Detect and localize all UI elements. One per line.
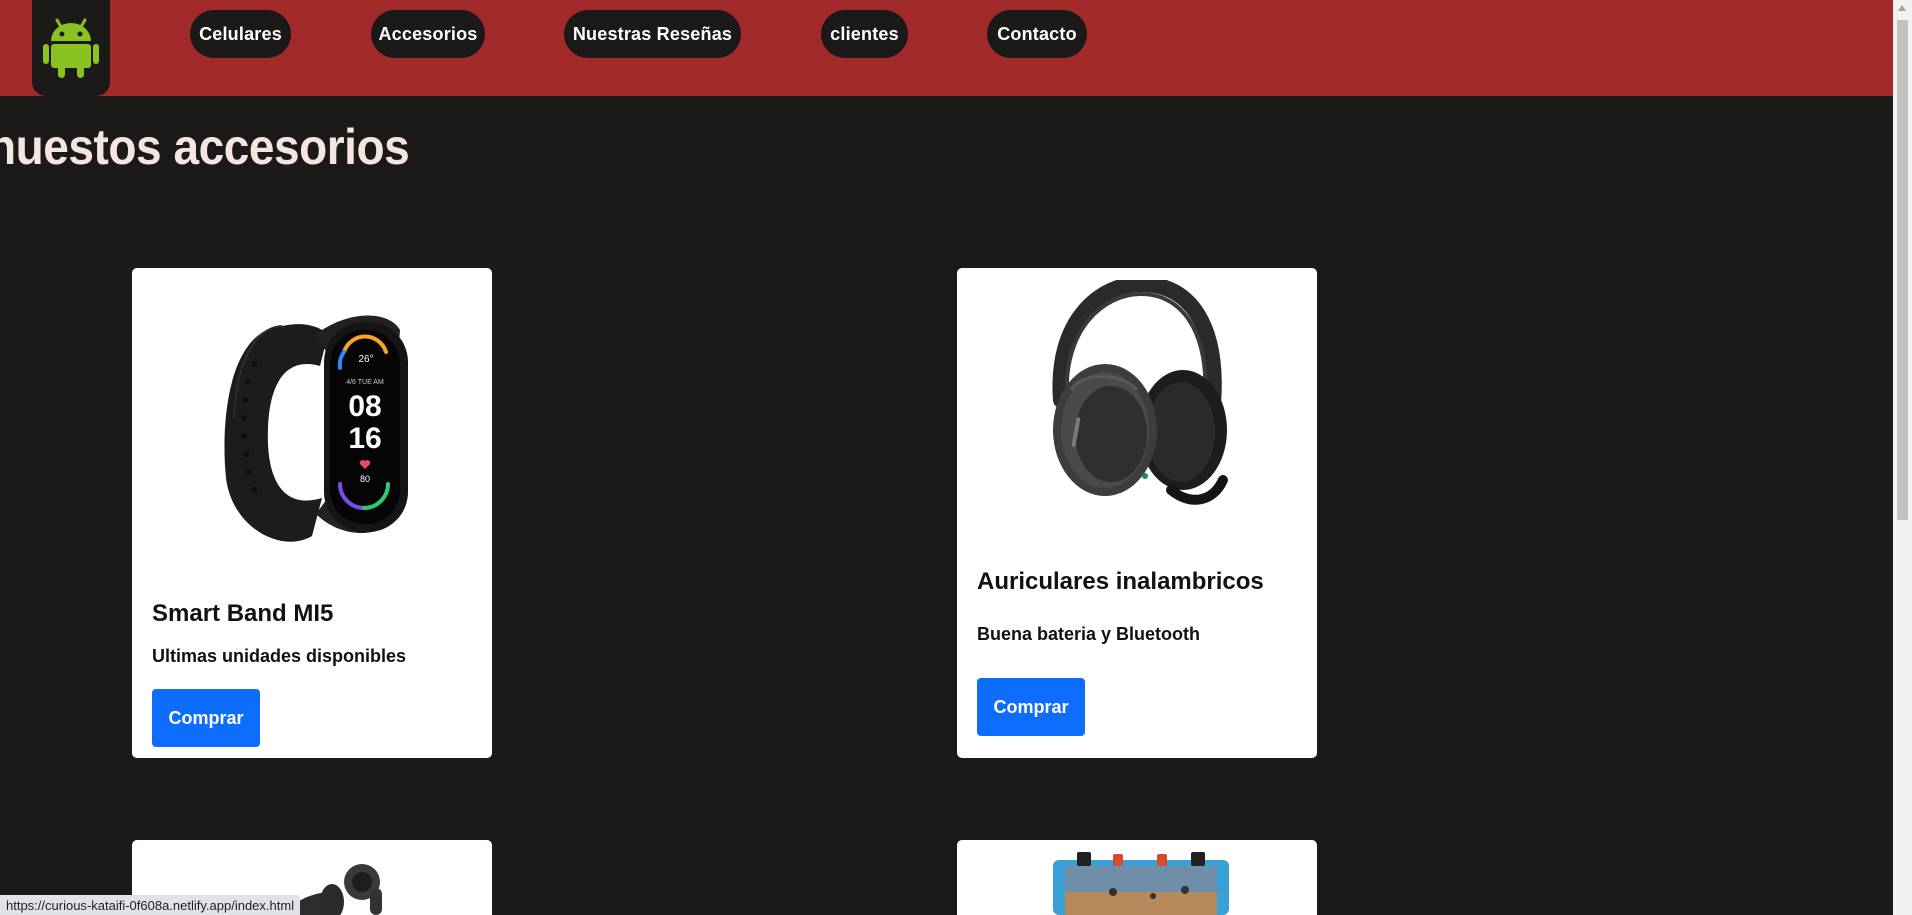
buy-button[interactable]: Comprar [977,678,1085,736]
watch-temp: 26° [358,354,373,365]
status-bar-url: https://curious-kataifi-0f608a.netlify.a… [0,895,301,915]
watch-heart-rate: 80 [360,474,370,484]
page-title: nuestos accesorios [0,119,410,175]
product-card-gamepad [957,840,1317,915]
nav-celulares[interactable]: Celulares [190,10,291,58]
product-card-headphones: Auriculares inalambricos Buena bateria y… [957,268,1317,758]
nav-accesorios[interactable]: Accesorios [371,10,485,58]
headphones-image [1052,280,1228,505]
smart-band-image: 26° 4/6 TUE AM 08 16 80 [224,315,408,542]
watch-hour: 08 [348,390,381,423]
nav-contacto[interactable]: Contacto [987,10,1087,58]
android-icon [43,18,99,78]
product-title: Auriculares inalambricos [977,568,1264,595]
logo[interactable] [32,0,110,96]
scrollbar[interactable] [1893,0,1912,915]
nav-resenas[interactable]: Nuestras Reseñas [564,10,741,58]
scroll-thumb[interactable] [1897,20,1908,520]
gamepad-phone-image [1053,852,1229,915]
product-description: Buena bateria y Bluetooth [977,624,1201,644]
watch-minute: 16 [348,422,381,455]
product-card-smart-band: 26° 4/6 TUE AM 08 16 80 Smart Band MI5 U… [132,268,492,758]
scroll-up-arrow-icon[interactable] [1898,5,1906,11]
nav-clientes[interactable]: clientes [821,10,908,58]
site-header: Celulares Accesorios Nuestras Reseñas cl… [0,0,1893,96]
product-title: Smart Band MI5 [152,600,334,627]
watch-date: 4/6 TUE AM [346,379,384,386]
product-description: Ultimas unidades disponibles [152,646,407,666]
buy-button[interactable]: Comprar [152,689,260,747]
